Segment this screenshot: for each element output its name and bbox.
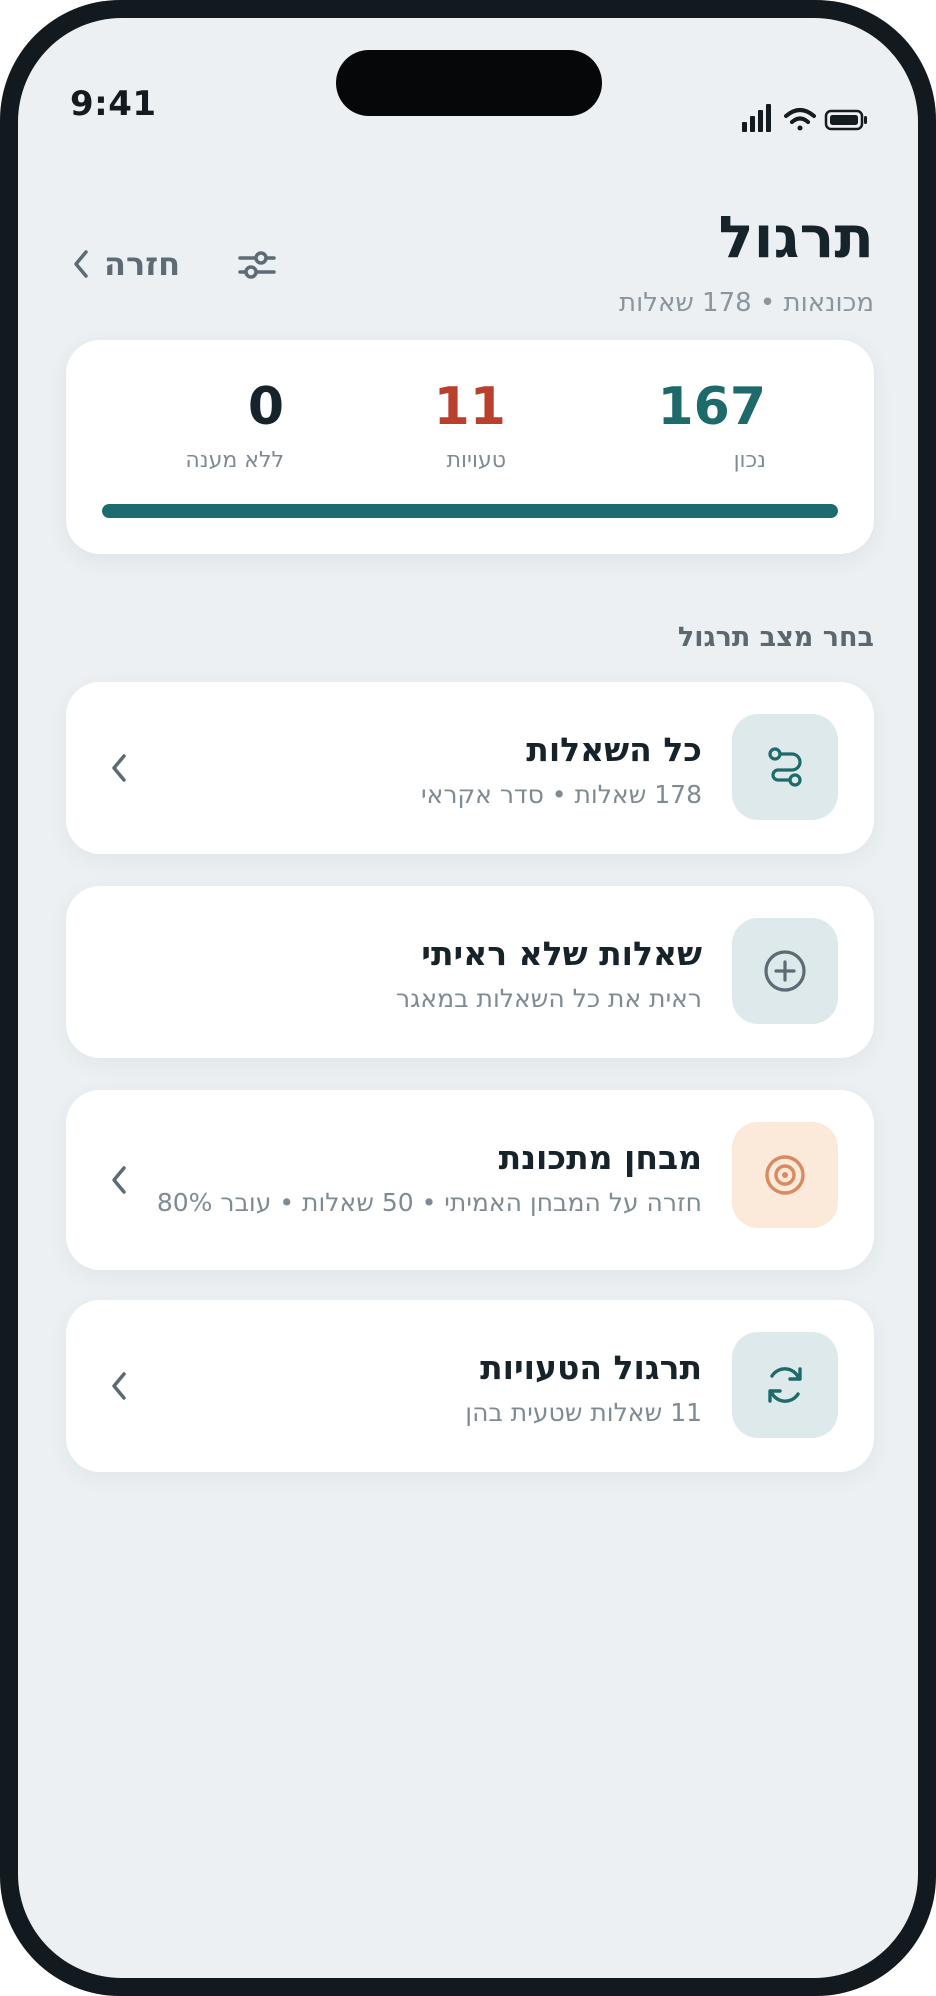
- mode-card-unseen-questions[interactable]: שאלות שלא ראיתי ראית את כל השאלות במאגר: [66, 886, 874, 1058]
- mode-subtitle: חזרה על המבחן האמיתי • 50 שאלות • עובר 8…: [156, 1187, 702, 1217]
- stat-unanswered-value: 0: [247, 377, 284, 437]
- mode-subtitle: 11 שאלות שטעית בהן: [465, 1397, 702, 1427]
- stats-card: 167 נכון 11 טעויות 0 ללא מענה: [66, 340, 874, 554]
- mode-text: מבחן מתכונת חזרה על המבחן האמיתי • 50 שא…: [142, 1138, 702, 1219]
- mode-icon-container: [732, 1332, 838, 1438]
- status-time: 9:41: [70, 84, 157, 124]
- mode-title: תרגול הטעויות: [480, 1348, 702, 1387]
- back-label: חזרה: [104, 245, 181, 283]
- plus-circle-icon: [764, 950, 806, 992]
- mode-text: שאלות שלא ראיתי ראית את כל השאלות במאגר: [142, 934, 702, 1015]
- stat-wrong-label: טעויות: [446, 447, 506, 473]
- stat-correct: 167 נכון: [657, 377, 766, 473]
- dynamic-island: [336, 50, 602, 116]
- stat-wrong-value: 11: [433, 377, 506, 437]
- section-label: בחר מצב תרגול: [677, 622, 874, 653]
- stat-unanswered: 0 ללא מענה: [185, 377, 284, 473]
- mode-card-mistakes-practice[interactable]: תרגול הטעויות 11 שאלות שטעית בהן: [66, 1300, 874, 1472]
- signal-icon: [742, 104, 771, 132]
- stat-correct-label: נכון: [733, 447, 766, 473]
- progress-bar: [102, 504, 838, 518]
- filter-button[interactable]: [232, 240, 282, 290]
- mode-card-mock-exam[interactable]: מבחן מתכונת חזרה על המבחן האמיתי • 50 שא…: [66, 1090, 874, 1270]
- stat-wrong: 11 טעויות: [433, 377, 506, 473]
- mode-text: תרגול הטעויות 11 שאלות שטעית בהן: [142, 1348, 702, 1429]
- mode-icon-container: [732, 1122, 838, 1228]
- phone-frame: 9:41 תרגול מכונאות • 178 שאלות חזרה 167 …: [0, 0, 936, 1996]
- target-icon: [765, 1155, 805, 1195]
- chevron-left-icon: [112, 754, 126, 782]
- mode-icon-container: [732, 918, 838, 1024]
- page-subtitle: מכונאות • 178 שאלות: [619, 288, 874, 318]
- status-icons: [742, 104, 867, 132]
- back-button[interactable]: חזרה: [72, 238, 180, 290]
- mode-text: כל השאלות 178 שאלות • סדר אקראי: [142, 730, 702, 811]
- screen: 9:41 תרגול מכונאות • 178 שאלות חזרה 167 …: [18, 18, 918, 1978]
- mode-subtitle: 178 שאלות • סדר אקראי: [421, 779, 702, 809]
- chevron-left-icon: [112, 1166, 126, 1194]
- page-title: תרגול: [718, 203, 874, 271]
- sliders-icon: [238, 251, 276, 279]
- progress-fill: [102, 504, 838, 518]
- wifi-icon: [784, 108, 816, 131]
- route-icon: [768, 747, 802, 787]
- mode-icon-container: [732, 714, 838, 820]
- stat-correct-value: 167: [657, 377, 766, 437]
- mode-title: כל השאלות: [526, 730, 702, 769]
- mode-title: שאלות שלא ראיתי: [421, 934, 702, 973]
- stat-unanswered-label: ללא מענה: [185, 447, 284, 473]
- mode-subtitle: ראית את כל השאלות במאגר: [396, 983, 702, 1013]
- mode-card-all-questions[interactable]: כל השאלות 178 שאלות • סדר אקראי: [66, 682, 874, 854]
- refresh-icon: [768, 1367, 802, 1403]
- battery-icon: [824, 109, 867, 131]
- chevron-left-icon: [74, 250, 88, 278]
- chevron-left-icon: [112, 1372, 126, 1400]
- mode-title: מבחן מתכונת: [498, 1138, 702, 1177]
